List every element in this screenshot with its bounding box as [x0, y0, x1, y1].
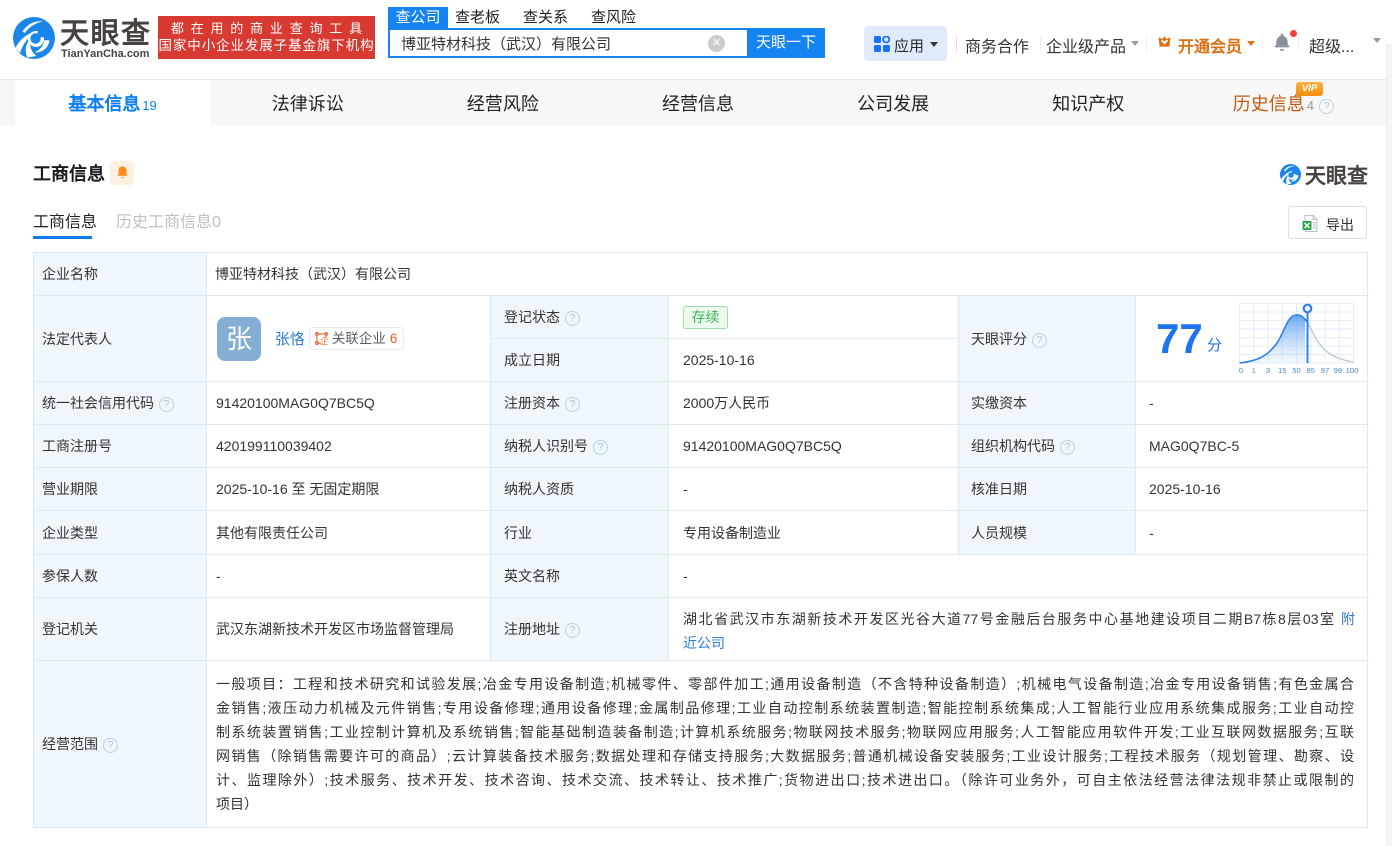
svg-text:50: 50: [1292, 366, 1300, 375]
svg-text:85: 85: [1307, 366, 1315, 375]
svg-text:0: 0: [1239, 366, 1243, 375]
svg-text:15: 15: [1278, 366, 1286, 375]
svg-text:3: 3: [1266, 366, 1270, 375]
svg-text:企: 企: [320, 336, 328, 345]
svg-text:97: 97: [1321, 366, 1329, 375]
svg-text:100: 100: [1346, 366, 1359, 375]
svg-text:1: 1: [1252, 366, 1256, 375]
svg-text:99: 99: [1334, 366, 1342, 375]
